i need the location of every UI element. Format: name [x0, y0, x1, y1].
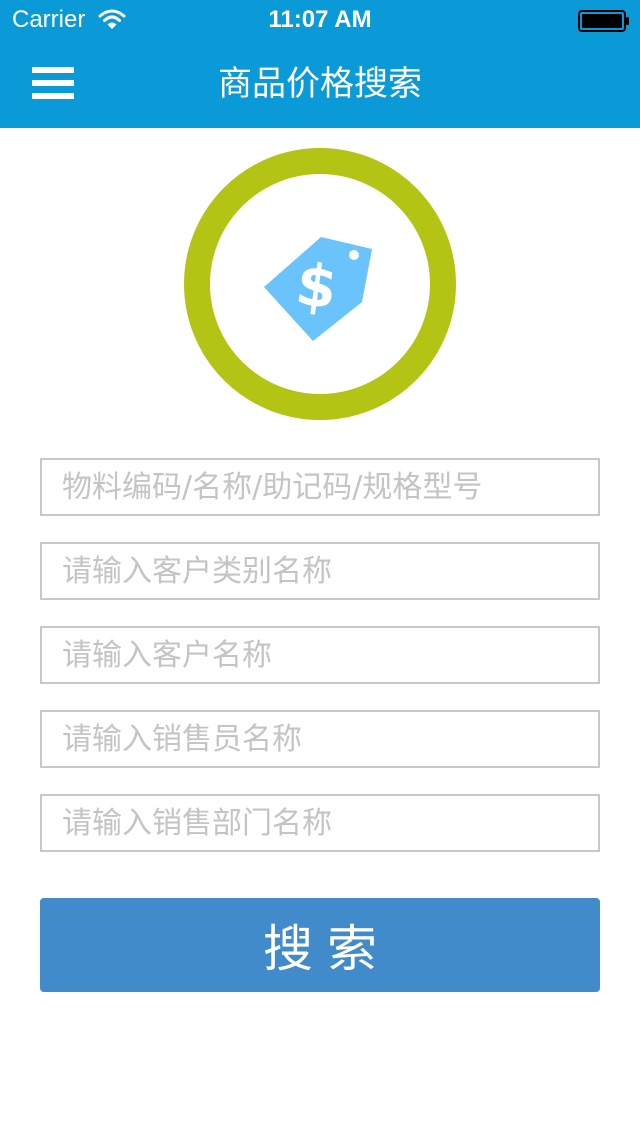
page-title: 商品价格搜索	[218, 64, 422, 104]
customer-name-input[interactable]	[40, 626, 600, 684]
header: Carrier 11:07 AM 商品价格搜索	[0, 0, 640, 128]
price-tag-dollar-icon: $	[264, 237, 372, 341]
hamburger-menu-icon[interactable]	[32, 66, 76, 100]
status-bar: Carrier 11:07 AM	[0, 0, 640, 40]
screen: Carrier 11:07 AM 商品价格搜索 $ 物料编码/名称/助记码/规格…	[0, 0, 640, 1136]
customer-category-input[interactable]	[40, 542, 600, 600]
material-search-input[interactable]	[40, 458, 600, 516]
status-time: 11:07 AM	[268, 6, 372, 33]
nav-bar: 商品价格搜索	[0, 40, 640, 128]
search-button[interactable]: 搜索	[40, 898, 600, 992]
salesperson-input[interactable]	[40, 710, 600, 768]
search-form	[40, 458, 600, 878]
battery-icon	[578, 10, 629, 32]
sales-department-input[interactable]	[40, 794, 600, 852]
price-tag-logo: $	[184, 148, 456, 420]
